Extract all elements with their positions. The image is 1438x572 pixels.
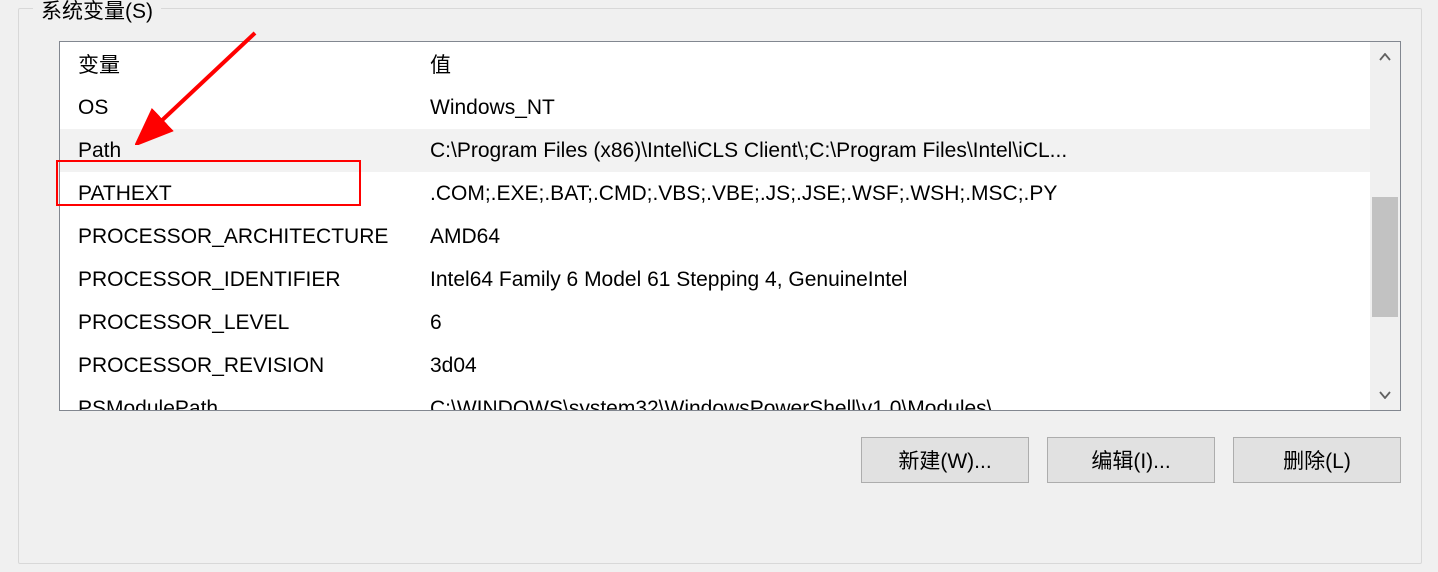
- cell-value: C:\WINDOWS\system32\WindowsPowerShell\v1…: [426, 397, 1370, 411]
- cell-value: Intel64 Family 6 Model 61 Stepping 4, Ge…: [426, 268, 1370, 292]
- table-row[interactable]: PROCESSOR_LEVEL6: [60, 301, 1370, 344]
- cell-variable: OS: [60, 96, 426, 120]
- new-button[interactable]: 新建(W)...: [861, 437, 1029, 483]
- cell-variable: Path: [60, 139, 426, 163]
- cell-variable: PROCESSOR_LEVEL: [60, 311, 426, 335]
- cell-value: Windows_NT: [426, 96, 1370, 120]
- delete-button[interactable]: 删除(L): [1233, 437, 1401, 483]
- cell-value: AMD64: [426, 225, 1370, 249]
- table-row[interactable]: PROCESSOR_ARCHITECTUREAMD64: [60, 215, 1370, 258]
- column-header-variable[interactable]: 变量: [60, 49, 426, 79]
- column-header-value[interactable]: 值: [426, 49, 1370, 79]
- cell-variable: PSModulePath: [60, 397, 426, 411]
- cell-variable: PROCESSOR_ARCHITECTURE: [60, 225, 426, 249]
- cell-value: .COM;.EXE;.BAT;.CMD;.VBS;.VBE;.JS;.JSE;.…: [426, 182, 1370, 206]
- scroll-down-arrow-icon[interactable]: [1370, 380, 1400, 410]
- scroll-up-arrow-icon[interactable]: [1370, 42, 1400, 72]
- system-variables-list[interactable]: 变量 值 OSWindows_NTPathC:\Program Files (x…: [59, 41, 1401, 411]
- cell-value: C:\Program Files (x86)\Intel\iCLS Client…: [426, 139, 1370, 163]
- table-row[interactable]: PSModulePathC:\WINDOWS\system32\WindowsP…: [60, 387, 1370, 410]
- cell-variable: PATHEXT: [60, 182, 426, 206]
- cell-variable: PROCESSOR_REVISION: [60, 354, 426, 378]
- vertical-scrollbar[interactable]: [1370, 42, 1400, 410]
- edit-button[interactable]: 编辑(I)...: [1047, 437, 1215, 483]
- list-header[interactable]: 变量 值: [60, 42, 1370, 86]
- table-row[interactable]: PathC:\Program Files (x86)\Intel\iCLS Cl…: [60, 129, 1370, 172]
- system-variables-groupbox: 系统变量(S) 变量 值 OSWindows_NTPathC:\Program …: [18, 8, 1422, 564]
- table-row[interactable]: PATHEXT.COM;.EXE;.BAT;.CMD;.VBS;.VBE;.JS…: [60, 172, 1370, 215]
- cell-value: 3d04: [426, 354, 1370, 378]
- table-row[interactable]: PROCESSOR_REVISION3d04: [60, 344, 1370, 387]
- cell-variable: PROCESSOR_IDENTIFIER: [60, 268, 426, 292]
- table-row[interactable]: PROCESSOR_IDENTIFIERIntel64 Family 6 Mod…: [60, 258, 1370, 301]
- table-row[interactable]: OSWindows_NT: [60, 86, 1370, 129]
- groupbox-title: 系统变量(S): [33, 0, 161, 25]
- scroll-thumb[interactable]: [1372, 197, 1398, 317]
- cell-value: 6: [426, 311, 1370, 335]
- button-row: 新建(W)... 编辑(I)... 删除(L): [59, 437, 1401, 487]
